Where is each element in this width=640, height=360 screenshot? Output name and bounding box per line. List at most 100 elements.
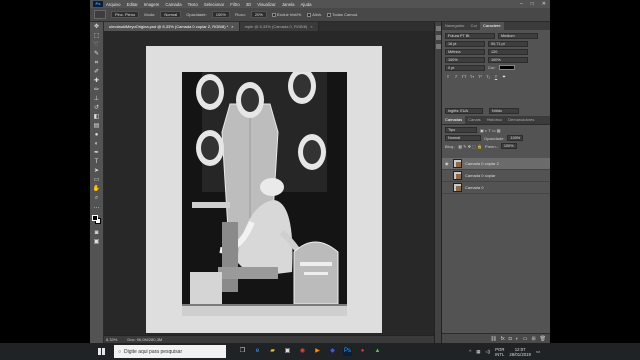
document-page[interactable] — [146, 46, 382, 333]
more-tools-icon[interactable]: … — [93, 203, 101, 211]
task-view-icon[interactable]: ❐ — [238, 347, 247, 356]
app-icon[interactable]: ● — [358, 347, 367, 356]
small-caps-button[interactable]: Tт — [469, 74, 475, 80]
quick-select-tool-icon[interactable]: ✎ — [93, 50, 101, 58]
visibility-eye-icon[interactable]: ◉ — [445, 161, 450, 166]
dodge-tool-icon[interactable]: ◐ — [93, 140, 101, 148]
layer-opacity-field[interactable]: 100% — [507, 135, 524, 141]
lasso-tool-icon[interactable]: ➰ — [93, 41, 101, 49]
fx-icon[interactable]: fx — [501, 336, 505, 342]
link-icon[interactable]: ⛓ — [490, 336, 496, 342]
folder-icon[interactable]: ▭ — [523, 336, 528, 342]
close-button[interactable]: ✕ — [542, 1, 546, 7]
edge-icon[interactable]: e — [253, 347, 262, 356]
path-select-tool-icon[interactable]: ➤ — [93, 167, 101, 175]
fill-field[interactable]: 100% — [500, 143, 517, 149]
blend-mode-dropdown[interactable]: Normal — [445, 135, 481, 141]
color-swatches[interactable] — [91, 215, 102, 225]
network-icon[interactable]: ▦ — [476, 349, 480, 355]
menu-arquivo[interactable]: Arquivo — [106, 2, 121, 7]
all-caps-button[interactable]: TT — [461, 74, 467, 80]
volume-icon[interactable]: ◁) — [485, 349, 490, 355]
tab-cor[interactable]: Cor — [468, 22, 480, 30]
tab-historico[interactable]: Histórico — [484, 116, 506, 124]
menu-camada[interactable]: Camada — [165, 2, 181, 7]
layer-item[interactable]: ◉ Camada 0 copiar 2 — [442, 158, 550, 170]
opacity-field[interactable]: 100% — [211, 11, 230, 18]
menu-selecionar[interactable]: Selecionar — [204, 2, 224, 7]
crop-tool-icon[interactable]: ⌗ — [93, 59, 101, 67]
leading-field[interactable]: 50,71 pt — [488, 41, 528, 47]
zoom-tool-icon[interactable]: ⌕ — [93, 194, 101, 202]
store-icon[interactable]: ▣ — [283, 347, 292, 356]
hand-tool-icon[interactable]: ✋ — [93, 185, 101, 193]
marquee-tool-icon[interactable]: ⬚ — [93, 32, 101, 40]
media-icon[interactable]: ▶ — [313, 347, 322, 356]
history-brush-tool-icon[interactable]: ↺ — [93, 104, 101, 112]
vertical-scale-field[interactable]: 100% — [445, 57, 485, 63]
tab-close-icon[interactable]: × — [310, 24, 312, 29]
underline-button[interactable]: T — [493, 74, 499, 80]
menu-texto[interactable]: Texto — [188, 2, 198, 7]
chrome-icon[interactable]: ◉ — [298, 347, 307, 356]
font-style-dropdown[interactable]: Medium — [498, 33, 538, 39]
tray-up-arrow-icon[interactable]: ^ — [469, 349, 471, 354]
file-explorer-icon[interactable]: ▰ — [268, 347, 277, 356]
move-tool-icon[interactable]: ✥ — [93, 23, 101, 31]
screen-mode-icon[interactable]: ▣ — [93, 238, 101, 246]
photoshop-taskbar-icon[interactable]: Ps — [343, 347, 352, 356]
superscript-button[interactable]: T¹ — [477, 74, 483, 80]
quick-mask-icon[interactable]: ◙ — [93, 229, 101, 237]
kerning-field[interactable]: Métrica — [445, 49, 485, 55]
menu-imagem[interactable]: Imagem — [144, 2, 160, 7]
brush-tool-icon[interactable]: ✏ — [93, 86, 101, 94]
erase-history-checkbox[interactable]: Excluir hist/Hi. — [271, 12, 302, 17]
faux-italic-button[interactable]: T — [453, 74, 459, 80]
font-family-dropdown[interactable]: Futura PT Bt — [445, 33, 495, 39]
shape-tool-icon[interactable]: ▭ — [93, 176, 101, 184]
artwork-image[interactable] — [182, 72, 347, 316]
mode-dropdown[interactable]: Normal — [160, 11, 182, 18]
horizontal-scale-field[interactable]: 100% — [488, 57, 528, 63]
adjust-icon[interactable]: ◐ — [516, 336, 519, 342]
app-icon[interactable]: ▲ — [373, 347, 382, 356]
canvas-area[interactable] — [104, 31, 434, 335]
clock[interactable]: 12:07 28/01/2019 — [509, 347, 531, 357]
filter-icons[interactable]: ▣ ◐ T ▭ ▦ — [480, 128, 501, 133]
zoom-level[interactable]: 8,33% — [106, 337, 117, 342]
menu-editar[interactable]: Editar — [127, 2, 138, 7]
gradient-tool-icon[interactable]: ▤ — [93, 122, 101, 130]
foreground-color-swatch[interactable] — [91, 215, 98, 221]
menu-3d[interactable]: 3D — [246, 2, 252, 7]
input-language[interactable]: POR INTL — [495, 347, 504, 357]
tab-inactive-document[interactable]: mple @ 8,33% (Camada 0, RGB/8) × — [239, 22, 319, 31]
baseline-shift-field[interactable]: 0 pt — [445, 65, 485, 71]
properties-panel-icon[interactable] — [435, 35, 441, 40]
minimize-button[interactable]: – — [520, 1, 523, 7]
healing-tool-icon[interactable]: ✚ — [93, 77, 101, 85]
menu-ajuda[interactable]: Ajuda — [300, 2, 311, 7]
subscript-button[interactable]: T₁ — [485, 74, 491, 80]
notifications-icon[interactable]: ▭ — [536, 349, 540, 355]
blur-tool-icon[interactable]: ● — [93, 131, 101, 139]
tab-canais[interactable]: Canais — [465, 116, 483, 124]
language-dropdown[interactable]: Inglês: EUA — [445, 108, 483, 114]
eraser-tool-icon[interactable]: ◧ — [93, 113, 101, 121]
tab-active-document[interactable]: ulmolaukiMeyoOrigina.psd @ 8,33% (Camada… — [104, 22, 240, 31]
font-size-field[interactable]: 16 pt — [445, 41, 485, 47]
layer-kind-filter[interactable]: Tipo — [445, 127, 477, 133]
menu-visualizar[interactable]: Visualizar — [257, 2, 276, 7]
tracking-field[interactable]: 120 — [488, 49, 528, 55]
windows-start-icon[interactable] — [94, 343, 108, 360]
flow-field[interactable]: 20% — [250, 11, 267, 18]
tab-demarcadores[interactable]: Demarcadores — [505, 116, 537, 124]
trash-icon[interactable]: 🗑 — [540, 336, 546, 342]
tool-preset-picker[interactable] — [94, 10, 106, 19]
tab-caractere[interactable]: Caractere — [480, 22, 504, 30]
tab-close-icon[interactable]: × — [231, 24, 233, 29]
text-color-swatch[interactable] — [498, 65, 515, 70]
brush-preset-dropdown[interactable]: Pinc. Pleno — [111, 11, 140, 18]
tab-navegador[interactable]: Navegador — [442, 22, 468, 30]
paragraph-panel-icon[interactable] — [435, 44, 441, 49]
stamp-tool-icon[interactable]: ⊥ — [93, 95, 101, 103]
